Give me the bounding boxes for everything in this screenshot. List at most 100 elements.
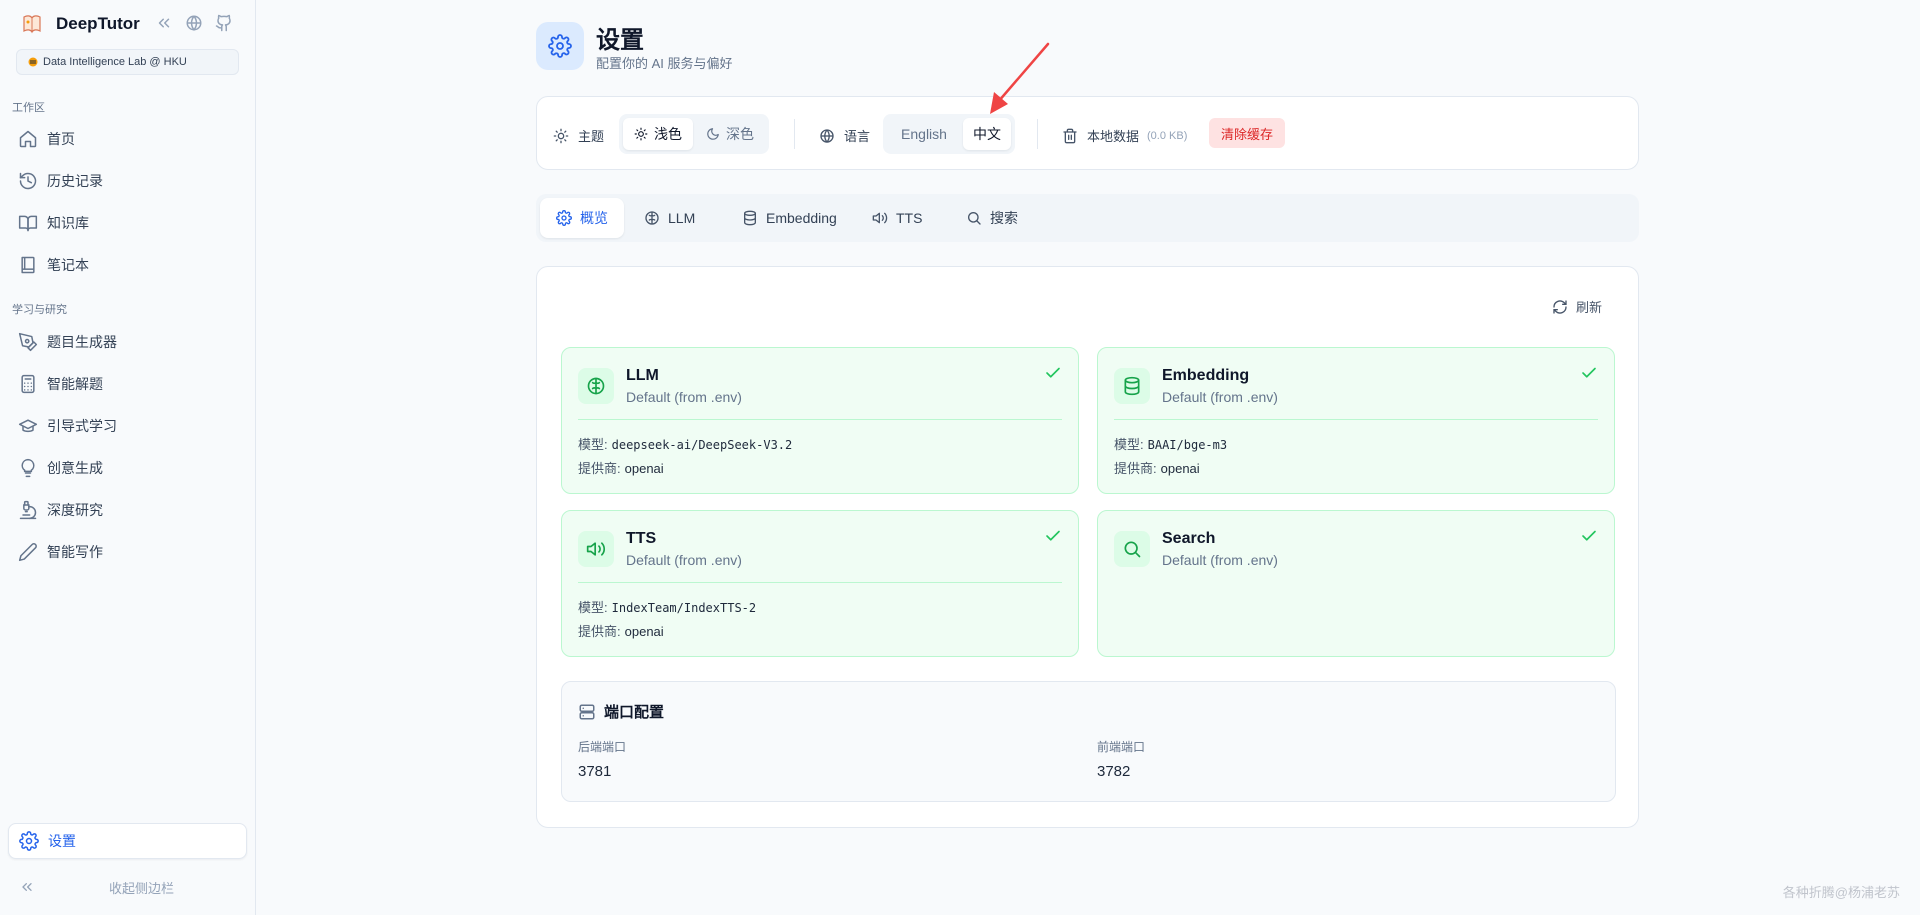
collapse-sidebar-label: 收起侧边栏	[109, 880, 175, 896]
search-icon	[1124, 541, 1141, 558]
model-value: deepseek-ai/DeepSeek-V3.2	[611, 438, 793, 452]
check-icon	[1046, 530, 1060, 541]
service-source: Default (from .env)	[1162, 552, 1278, 568]
sidebar-item-guided-learning[interactable]: 引导式学习	[8, 408, 247, 444]
sidebar-item-knowledge[interactable]: 知识库	[8, 205, 247, 241]
sidebar-item-label: 笔记本	[47, 257, 89, 273]
section-label-learning: 学习与研究	[12, 304, 67, 316]
check-icon	[1582, 367, 1596, 378]
section-label-workspace: 工作区	[12, 102, 45, 114]
model-value: IndexTeam/IndexTTS-2	[611, 601, 757, 615]
service-icon	[578, 531, 614, 567]
divider	[578, 419, 1062, 420]
tab-overview[interactable]: 概览	[540, 198, 624, 238]
service-model: 模型: IndexTeam/IndexTTS-2	[578, 600, 757, 615]
divider	[794, 119, 795, 149]
service-icon	[578, 368, 614, 404]
service-provider: 提供商: openai	[578, 461, 664, 476]
tab-embedding[interactable]: Embedding	[726, 198, 853, 238]
frontend-port-label: 前端端口	[1097, 740, 1146, 754]
sidebar-item-label: 历史记录	[47, 173, 103, 189]
backend-port-value: 3781	[578, 763, 612, 780]
preferences-bar: 主题 浅色 深色 语言 English 中文 本地数据 (0.0 KB) 清除缓…	[536, 96, 1639, 170]
home-icon	[19, 130, 37, 148]
divider	[1114, 419, 1598, 420]
sidebar-item-label: 引导式学习	[47, 418, 117, 434]
pen-tool-icon	[18, 332, 38, 352]
sidebar-item-question-generator[interactable]: 题目生成器	[8, 324, 247, 360]
history-icon	[19, 172, 37, 190]
service-name: Search	[1162, 530, 1216, 547]
sidebar-item-smart-solver[interactable]: 智能解题	[8, 366, 247, 402]
language-english-button[interactable]: English	[887, 118, 961, 150]
service-source: Default (from .env)	[626, 389, 742, 405]
globe-icon	[820, 128, 834, 143]
github-icon[interactable]	[215, 14, 233, 32]
sidebar-item-home[interactable]: 首页	[8, 121, 247, 157]
port-config-card: 端口配置 后端端口 3781 前端端口 3782	[561, 681, 1616, 802]
globe-icon[interactable]	[185, 14, 203, 32]
database-icon	[1124, 376, 1140, 396]
sidebar-item-label: 创意生成	[47, 460, 103, 476]
clear-cache-button[interactable]: 清除缓存	[1209, 118, 1286, 148]
port-config-title: 端口配置	[578, 701, 664, 722]
theme-dark-button[interactable]: 深色	[695, 118, 765, 150]
database-icon	[744, 210, 756, 226]
frontend-port: 前端端口 3782	[1097, 738, 1145, 780]
tab-llm[interactable]: LLM	[628, 198, 711, 238]
backend-port: 后端端口 3781	[578, 738, 626, 780]
service-name: Embedding	[1162, 367, 1250, 384]
sidebar-item-label: 设置	[48, 833, 76, 849]
refresh-icon	[1553, 299, 1567, 314]
service-name: TTS	[626, 530, 657, 547]
refresh-button[interactable]: 刷新	[1552, 297, 1602, 316]
brain-icon	[587, 377, 605, 395]
sun-icon	[634, 127, 648, 141]
sidebar-item-notebook[interactable]: 笔记本	[8, 247, 247, 283]
theme-light-button[interactable]: 浅色	[623, 118, 693, 150]
model-value: BAAI/bge-m3	[1147, 438, 1228, 452]
service-card-embedding: Embedding Default (from .env) 模型: BAAI/b…	[1097, 347, 1615, 494]
speaker-icon	[872, 212, 888, 224]
sidebar-item-label: 智能写作	[47, 544, 103, 560]
theme-label: 主题	[553, 126, 604, 145]
provider-value: openai	[624, 461, 664, 476]
trash-icon	[1063, 128, 1077, 143]
page-title: 设置	[596, 27, 644, 54]
search-icon	[968, 212, 981, 225]
sidebar: DeepTutor Data Intelligence Lab @ HKU 工作…	[0, 0, 256, 915]
check-icon	[1582, 530, 1596, 541]
tab-tts[interactable]: TTS	[856, 198, 938, 238]
gear-icon	[556, 210, 572, 226]
collapse-sidebar-icon[interactable]	[155, 14, 173, 32]
frontend-port-value: 3782	[1097, 763, 1131, 780]
sidebar-item-history[interactable]: 历史记录	[8, 163, 247, 199]
gear-icon	[548, 34, 572, 58]
speaker-icon	[586, 542, 606, 556]
sidebar-item-deep-research[interactable]: 深度研究	[8, 492, 247, 528]
settings-tabs: 概览 LLM Embedding TTS 搜索	[536, 194, 1639, 242]
sidebar-item-settings[interactable]: 设置	[8, 823, 247, 859]
gear-icon	[19, 831, 39, 851]
local-data-label: 本地数据 (0.0 KB)	[1062, 126, 1187, 145]
service-source: Default (from .env)	[626, 552, 742, 568]
service-model: 模型: BAAI/bge-m3	[1114, 437, 1228, 452]
book-open-icon	[18, 215, 38, 232]
sidebar-item-smart-writing[interactable]: 智能写作	[8, 534, 247, 570]
language-label: 语言	[819, 126, 870, 145]
brand: DeepTutor	[20, 12, 140, 36]
tab-search[interactable]: 搜索	[950, 198, 1034, 238]
check-icon	[1046, 367, 1060, 378]
divider	[578, 582, 1062, 583]
service-card-tts: TTS Default (from .env) 模型: IndexTeam/In…	[561, 510, 1079, 657]
page-subtitle: 配置你的 AI 服务与偏好	[596, 56, 733, 71]
page-icon	[536, 22, 584, 70]
watermark: 各种折腾@杨浦老苏	[1782, 885, 1900, 900]
sidebar-item-idea-generation[interactable]: 创意生成	[8, 450, 247, 486]
service-source: Default (from .env)	[1162, 389, 1278, 405]
collapse-sidebar-button[interactable]: 收起侧边栏	[8, 872, 247, 902]
lab-badge: Data Intelligence Lab @ HKU	[16, 49, 239, 75]
sun-icon	[553, 128, 569, 143]
service-icon	[1114, 368, 1150, 404]
cache-size: (0.0 KB)	[1147, 129, 1188, 142]
